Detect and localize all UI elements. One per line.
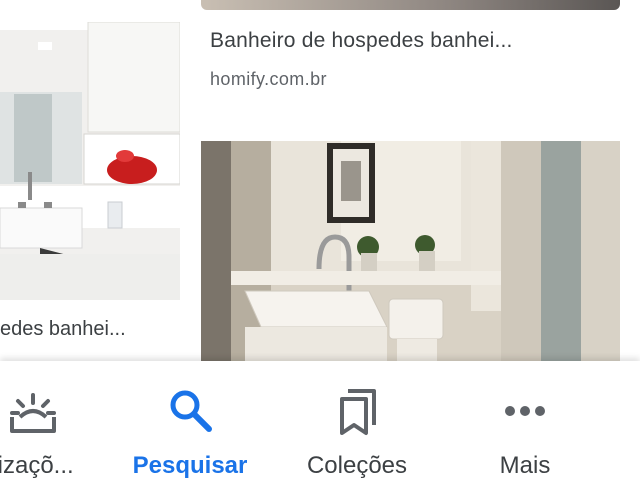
bathroom-thumbnail-left[interactable] (0, 22, 180, 300)
nav-collections-label: Coleções (306, 452, 408, 479)
nav-collections[interactable]: Coleções (282, 361, 432, 480)
bookmarks-icon (334, 387, 380, 442)
nav-more-label: Mais (499, 452, 551, 479)
bottom-navigation: lizaçõ... Pesquisar Coleções Mais (0, 361, 640, 480)
bathroom-image-right (201, 141, 620, 361)
result-source-right-top: homify.com.br (210, 69, 327, 89)
search-icon (167, 387, 213, 438)
thumbnail-right-top[interactable] (201, 0, 620, 10)
result-title-right-top[interactable]: Banheiro de hospedes banhei... (210, 29, 610, 53)
nav-updates[interactable]: lizaçõ... (0, 361, 88, 480)
more-icon (502, 387, 548, 438)
result-title-left[interactable]: edes banhei... (0, 318, 180, 341)
nav-more[interactable]: Mais (460, 361, 590, 480)
nav-search-label: Pesquisar (132, 452, 248, 479)
updates-icon (8, 387, 58, 438)
nav-updates-label: lizaçõ... (0, 452, 74, 479)
nav-search[interactable]: Pesquisar (118, 361, 262, 480)
bathroom-thumbnail-right[interactable] (201, 141, 620, 361)
bathroom-image-left (0, 22, 180, 300)
